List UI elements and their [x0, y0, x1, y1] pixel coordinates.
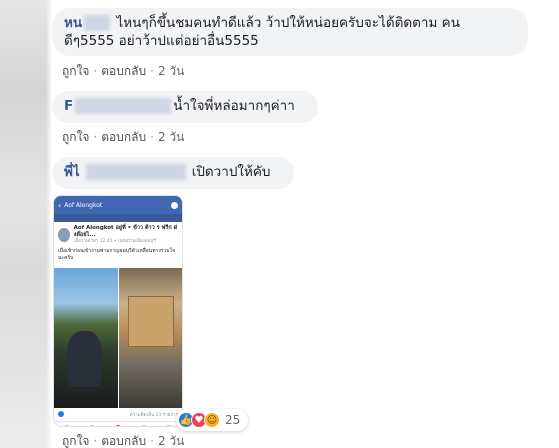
haha-icon: ☺: [204, 412, 220, 428]
attachment-like-icon: [58, 411, 64, 417]
comment-text-1a: ไหนๆก็ขึ้นชมคนทำดีแล้ว ว้าปให้หน่อยครับจ…: [116, 15, 460, 31]
attachment-post-meta: เมื่อวานเวลา 12:41 • แผนบ้านเมืองลพบุรี: [73, 239, 156, 244]
reply-link-1[interactable]: ตอบกลับ: [101, 62, 146, 81]
marketplace-icon: [140, 425, 147, 426]
reply-link-3[interactable]: ตอบกลับ: [101, 432, 146, 448]
attachment-post-text: เมื่อเช้าก่อนเข้างานพ่ามกาญจนบุรีตัวเหลื…: [58, 248, 175, 261]
attachment-topbar: ‹ Aof Alongkot: [54, 196, 182, 214]
reply-link-2[interactable]: ตอบกลับ: [101, 128, 146, 147]
back-arrow-icon: ‹: [58, 200, 62, 210]
attachment-stats: ความคิดเห็น 23 รายการ: [54, 408, 182, 421]
home-icon: [63, 425, 70, 426]
timestamp-2[interactable]: 2 วัน: [158, 128, 184, 147]
redacted-name-2: [75, 98, 172, 114]
comment-bubble-3: พี่ไ เปิดวาปให้คับ: [52, 157, 294, 189]
attachment-subbar: [54, 214, 182, 222]
photo-rider: [54, 268, 118, 408]
comment-author-1[interactable]: หน: [64, 15, 82, 31]
comment-actions-2: ถูกใจ · ตอบกลับ · 2 วัน: [62, 128, 184, 147]
comment-bubble-1: หน ไหนๆก็ขึ้นชมคนทำดีแล้ว ว้าปให้หน่อยคร…: [52, 8, 528, 56]
like-link-2[interactable]: ถูกใจ: [62, 128, 89, 147]
attachment-photos: [54, 268, 182, 408]
menu-icon: [166, 425, 173, 426]
comment-text-1b: ดีๆ5555 อย่าว้าปแต่อย่าอื่น5555: [64, 33, 259, 49]
comment-text-3: เปิดวาปให้คับ: [191, 164, 271, 180]
attachment-avatar: [58, 228, 70, 242]
comment-actions-1: ถูกใจ · ตอบกลับ · 2 วัน: [62, 62, 184, 81]
comment-bubble-2: F น้ำใจพี่หล่อมากๆค่าา: [52, 91, 318, 123]
comment-author-3[interactable]: พี่ไ: [64, 164, 80, 180]
attachment-profile-name: Aof Alongkot: [64, 201, 103, 209]
timestamp-3[interactable]: 2 วัน: [158, 432, 184, 448]
attachment-post-header: Aof Alongkot อยู่ที่ • ข้าว ต้าว ร ฟรีก …: [54, 222, 182, 248]
attachment-post-author: Aof Alongkot อยู่ที่ • ข้าว ต้าว ร ฟรีก …: [73, 225, 178, 238]
comment-actions-3: ถูกใจ · ตอบกลับ · 2 วัน: [62, 432, 184, 448]
photo-stall: [118, 268, 182, 408]
attached-post-screenshot[interactable]: ‹ Aof Alongkot Aof Alongkot อยู่ที่ • ข้…: [53, 195, 183, 427]
timestamp-1[interactable]: 2 วัน: [158, 62, 184, 81]
friends-icon: [89, 425, 96, 426]
redacted-name-1: [84, 15, 111, 31]
attachment-stats-text: ความคิดเห็น 23 รายการ: [129, 413, 178, 418]
like-link-1[interactable]: ถูกใจ: [62, 62, 89, 81]
comment-text-2: น้ำใจพี่หล่อมากๆค่าา: [173, 98, 295, 114]
comment-author-2[interactable]: F: [64, 98, 73, 114]
reactions-count: 25: [225, 413, 241, 427]
background-photo-strip: [0, 0, 52, 448]
notifications-icon: [114, 425, 121, 426]
attachment-bottom-nav: [54, 421, 182, 426]
reactions-summary[interactable]: 👍 ♥ ☺ 25: [176, 409, 249, 431]
like-link-3[interactable]: ถูกใจ: [62, 432, 89, 448]
messenger-icon: [171, 201, 178, 209]
redacted-name-3: [85, 164, 186, 180]
